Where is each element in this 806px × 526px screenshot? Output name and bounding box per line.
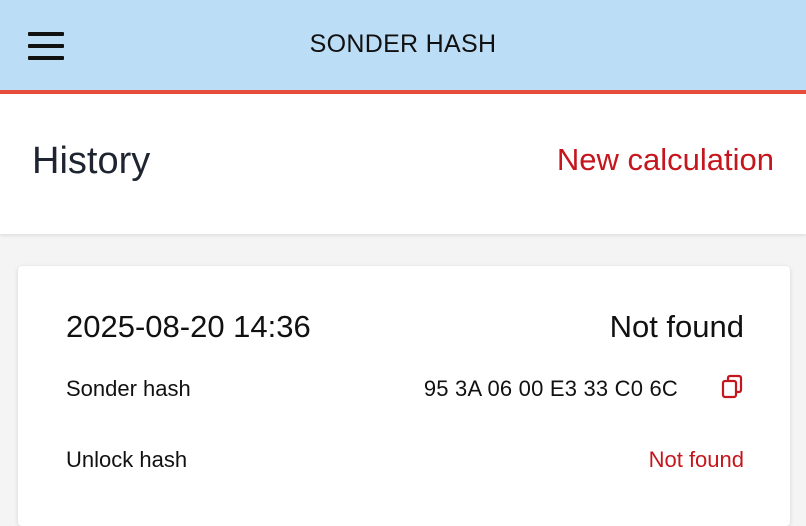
unlock-hash-value: Not found bbox=[648, 447, 744, 472]
unlock-hash-label: Unlock hash bbox=[66, 447, 188, 472]
page-title: History bbox=[32, 140, 151, 182]
history-header: History New calculation bbox=[0, 94, 806, 234]
new-calculation-button[interactable]: New calculation bbox=[557, 142, 774, 178]
app-bar: SONDER HASH bbox=[0, 0, 806, 94]
history-card[interactable]: 2025-08-20 14:36 Not found Sonder hash 9… bbox=[18, 266, 790, 526]
history-datetime: 2025-08-20 14:36 bbox=[66, 309, 311, 344]
copy-icon[interactable] bbox=[720, 374, 744, 400]
sonder-hash-label: Sonder hash bbox=[66, 376, 191, 401]
sonder-hash-value: 95 3A 06 00 E3 33 C0 6C bbox=[423, 376, 678, 401]
history-status: Not found bbox=[609, 309, 744, 344]
app-title: SONDER HASH bbox=[309, 30, 497, 58]
